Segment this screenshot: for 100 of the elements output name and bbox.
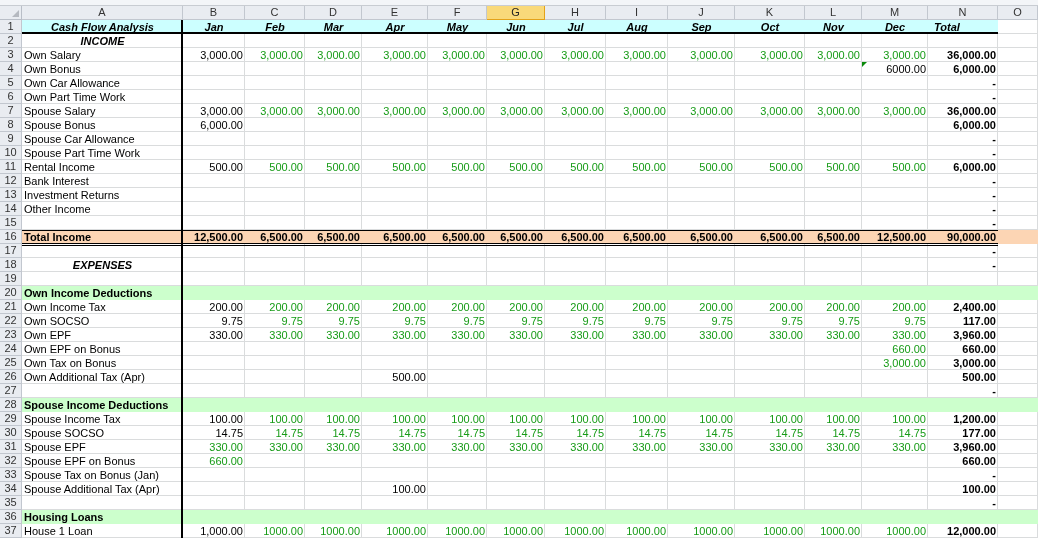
table-cell-text: - (991, 174, 997, 188)
table-cell-text: 3,000.00 (382, 48, 427, 62)
table-cell-text: 6,500.00 (816, 230, 861, 244)
table-cell-text: 3,000.00 (882, 104, 927, 118)
table-cell-text: - (991, 468, 997, 482)
table-cell-text: 3,000.00 (199, 48, 244, 62)
table-cell-text: 330.00 (698, 440, 734, 454)
table-cell-text: 3,000.00 (952, 356, 997, 370)
table-cell-text: 330.00 (508, 440, 544, 454)
row-label: Total Income (23, 230, 93, 244)
column-header[interactable]: O (998, 6, 1038, 20)
row-label: Spouse Tax on Bonus (Jan) (23, 468, 160, 482)
row-number: 15 (0, 216, 22, 230)
table-cell-text: - (991, 202, 997, 216)
table-cell-text: 3,000.00 (560, 104, 605, 118)
column-header[interactable]: K (735, 6, 805, 20)
row-number: 9 (0, 132, 22, 146)
row-number: 19 (0, 272, 22, 286)
table-cell-text: 14.75 (331, 426, 361, 440)
table-cell-text: 330.00 (508, 328, 544, 342)
table-cell-text: 100.00 (208, 412, 244, 426)
row-number: 5 (0, 76, 22, 90)
column-header[interactable]: A (22, 6, 183, 20)
table-cell-text: 6,500.00 (441, 230, 486, 244)
table-cell-text: 3,000.00 (759, 104, 804, 118)
table-cell-text: 1000.00 (885, 524, 927, 538)
table-cell-text: 3,000.00 (382, 104, 427, 118)
column-header[interactable]: N (928, 6, 998, 20)
table-cell-text: 100.00 (325, 412, 361, 426)
table-cell-text: 500.00 (268, 160, 304, 174)
column-header[interactable]: J (668, 6, 735, 20)
table-cell-text: 36,000.00 (946, 48, 997, 62)
row-number: 29 (0, 412, 22, 426)
row-label: Other Income (23, 202, 92, 216)
table-cell-text: 117.00 (961, 314, 997, 328)
table-cell-text: 100.00 (825, 412, 861, 426)
column-header[interactable]: D (305, 6, 362, 20)
table-cell-text: 500.00 (631, 160, 667, 174)
table-cell-text: 6,500.00 (316, 230, 361, 244)
table-cell-text: 330.00 (208, 328, 244, 342)
column-header[interactable]: G (487, 6, 545, 20)
table-cell-text: 9.75 (837, 314, 861, 328)
column-header[interactable]: B (183, 6, 245, 20)
table-cell-text: 3,000.00 (560, 48, 605, 62)
table-cell-text: - (991, 244, 997, 258)
table-cell-text: 9.75 (337, 314, 361, 328)
row-label: Rental Income (23, 160, 96, 174)
table-cell-text: 1,200.00 (952, 412, 997, 426)
row-label: Spouse EPF (23, 440, 87, 454)
row-number: 32 (0, 454, 22, 468)
table-cell-text: 500.00 (569, 160, 605, 174)
table-cell-text: 200.00 (450, 300, 486, 314)
table-cell-text: - (991, 90, 997, 104)
column-header[interactable]: L (805, 6, 862, 20)
row-number: 13 (0, 188, 22, 202)
table-cell-text: 100.00 (569, 412, 605, 426)
row-number: 30 (0, 426, 22, 440)
table-cell-text: 660.00 (208, 454, 244, 468)
table-cell-text: 9.75 (581, 314, 605, 328)
table-cell-text: 330.00 (631, 440, 667, 454)
row-number: 17 (0, 244, 22, 258)
table-cell-text: 3,000.00 (499, 104, 544, 118)
table-cell-text: 500.00 (208, 160, 244, 174)
table-cell-text: 3,000.00 (199, 104, 244, 118)
table-cell-text: 500.00 (961, 370, 997, 384)
table-cell-text: 6,500.00 (759, 230, 804, 244)
table-cell-text: 200.00 (208, 300, 244, 314)
column-header[interactable]: H (545, 6, 606, 20)
column-header[interactable]: I (606, 6, 668, 20)
column-header[interactable]: E (362, 6, 428, 20)
row-number: 16 (0, 230, 22, 244)
row-number: 2 (0, 34, 22, 48)
table-cell-text: 6,500.00 (499, 230, 544, 244)
table-cell-text: 1000.00 (262, 524, 304, 538)
column-header[interactable]: F (428, 6, 487, 20)
row-label: Investment Returns (23, 188, 121, 202)
row-label: Spouse Income Deductions (23, 398, 170, 412)
table-cell-text: 90,000.00 (946, 230, 997, 244)
table-cell-text: 200.00 (268, 300, 304, 314)
row-number: 14 (0, 202, 22, 216)
row-label: Bank Interest (23, 174, 90, 188)
table-cell: 6000.00 (862, 62, 928, 76)
table-cell-text: 200.00 (508, 300, 544, 314)
table-cell-text: 1000.00 (385, 524, 427, 538)
table-cell-text: 6,000.00 (199, 118, 244, 132)
table-cell-text: 1,000.00 (199, 524, 244, 538)
row-label: Own Car Allowance (23, 76, 121, 90)
table-cell-text: 100.00 (631, 412, 667, 426)
table-cell-text: - (991, 496, 997, 510)
table-cell-text: - (991, 132, 997, 146)
select-all-corner[interactable] (0, 6, 22, 20)
table-cell-text: 3,000.00 (816, 48, 861, 62)
row-label: Own EPF on Bonus (23, 342, 122, 356)
table-cell-text: 6,000.00 (952, 62, 997, 76)
table-cell-text: 100.00 (961, 482, 997, 496)
column-header[interactable]: C (245, 6, 305, 20)
column-header[interactable]: M (862, 6, 928, 20)
row-label: Own EPF (23, 328, 73, 342)
table-cell-text: 14.75 (575, 426, 605, 440)
table-cell-text: 330.00 (325, 440, 361, 454)
